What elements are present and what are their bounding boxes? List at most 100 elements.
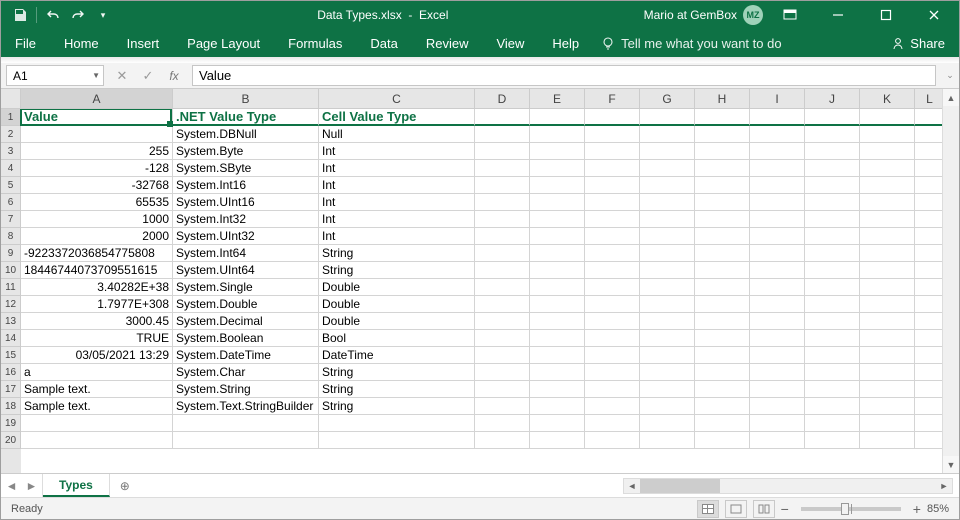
row-header-15[interactable]: 15 xyxy=(1,347,21,364)
col-header-I[interactable]: I xyxy=(750,89,805,108)
cell[interactable] xyxy=(695,262,750,279)
cell[interactable] xyxy=(750,398,805,415)
cell[interactable] xyxy=(750,109,805,126)
cell[interactable]: Double xyxy=(319,296,475,313)
cell[interactable] xyxy=(475,109,530,126)
ribbon-tab-page-layout[interactable]: Page Layout xyxy=(173,29,274,57)
ribbon-tab-home[interactable]: Home xyxy=(50,29,113,57)
cell[interactable] xyxy=(695,194,750,211)
cell[interactable] xyxy=(915,109,945,126)
cell[interactable] xyxy=(695,415,750,432)
cell[interactable]: String xyxy=(319,245,475,262)
row-header-6[interactable]: 6 xyxy=(1,194,21,211)
undo-icon[interactable] xyxy=(42,4,64,26)
cell[interactable] xyxy=(640,109,695,126)
cell[interactable] xyxy=(530,415,585,432)
cell[interactable] xyxy=(860,398,915,415)
cell[interactable] xyxy=(585,194,640,211)
cell[interactable] xyxy=(695,279,750,296)
col-header-J[interactable]: J xyxy=(805,89,860,108)
cell[interactable] xyxy=(585,347,640,364)
zoom-out-button[interactable]: − xyxy=(781,501,789,517)
cell[interactable] xyxy=(530,109,585,126)
cell[interactable]: Int xyxy=(319,211,475,228)
ribbon-tab-file[interactable]: File xyxy=(1,29,50,57)
cell[interactable] xyxy=(695,228,750,245)
cell[interactable] xyxy=(530,143,585,160)
cell[interactable] xyxy=(640,415,695,432)
cell[interactable] xyxy=(695,211,750,228)
ribbon-options-icon[interactable] xyxy=(769,1,811,29)
cell[interactable] xyxy=(530,296,585,313)
row-header-8[interactable]: 8 xyxy=(1,228,21,245)
row-header-7[interactable]: 7 xyxy=(1,211,21,228)
cell[interactable] xyxy=(695,126,750,143)
col-header-C[interactable]: C xyxy=(319,89,475,108)
cell[interactable] xyxy=(915,126,945,143)
ribbon-tab-data[interactable]: Data xyxy=(356,29,411,57)
cell[interactable]: System.Byte xyxy=(173,143,319,160)
cell[interactable]: System.Char xyxy=(173,364,319,381)
cell[interactable] xyxy=(750,160,805,177)
cell[interactable] xyxy=(173,415,319,432)
cell[interactable] xyxy=(530,347,585,364)
cell[interactable]: Int xyxy=(319,177,475,194)
cell[interactable] xyxy=(640,364,695,381)
cell[interactable] xyxy=(695,160,750,177)
cell[interactable] xyxy=(750,364,805,381)
cell[interactable]: Sample text. xyxy=(21,381,173,398)
cell[interactable] xyxy=(530,330,585,347)
cell[interactable] xyxy=(475,364,530,381)
cell[interactable] xyxy=(860,432,915,449)
cell[interactable] xyxy=(750,228,805,245)
accept-formula-icon[interactable]: ✓ xyxy=(136,65,160,87)
redo-icon[interactable] xyxy=(67,4,89,26)
cell[interactable]: Double xyxy=(319,279,475,296)
cell[interactable] xyxy=(805,296,860,313)
ribbon-tab-review[interactable]: Review xyxy=(412,29,483,57)
cell[interactable] xyxy=(530,398,585,415)
cell[interactable] xyxy=(475,432,530,449)
cell[interactable] xyxy=(805,313,860,330)
close-button[interactable] xyxy=(913,1,955,29)
cell[interactable]: System.UInt16 xyxy=(173,194,319,211)
minimize-button[interactable] xyxy=(817,1,859,29)
cell[interactable] xyxy=(915,364,945,381)
cell[interactable]: 1.7977E+308 xyxy=(21,296,173,313)
cell[interactable] xyxy=(915,381,945,398)
ribbon-tab-insert[interactable]: Insert xyxy=(113,29,174,57)
cell[interactable] xyxy=(805,432,860,449)
cell[interactable] xyxy=(475,313,530,330)
cell[interactable]: System.Int32 xyxy=(173,211,319,228)
cell[interactable] xyxy=(21,432,173,449)
cell[interactable] xyxy=(805,364,860,381)
zoom-in-button[interactable]: + xyxy=(913,501,921,517)
cell[interactable] xyxy=(530,194,585,211)
cell[interactable] xyxy=(750,245,805,262)
cell[interactable] xyxy=(805,398,860,415)
cell[interactable] xyxy=(860,381,915,398)
cell[interactable] xyxy=(640,279,695,296)
cell[interactable] xyxy=(530,228,585,245)
cell[interactable] xyxy=(805,143,860,160)
cell[interactable] xyxy=(585,313,640,330)
cell[interactable] xyxy=(173,432,319,449)
row-header-12[interactable]: 12 xyxy=(1,296,21,313)
cell[interactable] xyxy=(640,177,695,194)
cell[interactable] xyxy=(750,381,805,398)
cell[interactable] xyxy=(860,347,915,364)
row-header-2[interactable]: 2 xyxy=(1,126,21,143)
cell[interactable]: 3.40282E+38 xyxy=(21,279,173,296)
cell[interactable] xyxy=(860,245,915,262)
row-header-14[interactable]: 14 xyxy=(1,330,21,347)
cell[interactable]: DateTime xyxy=(319,347,475,364)
cell[interactable] xyxy=(640,313,695,330)
cell[interactable] xyxy=(21,126,173,143)
maximize-button[interactable] xyxy=(865,1,907,29)
cell[interactable] xyxy=(640,381,695,398)
cell[interactable] xyxy=(530,432,585,449)
cell[interactable] xyxy=(640,330,695,347)
cell[interactable] xyxy=(805,415,860,432)
cell[interactable]: Null xyxy=(319,126,475,143)
cell[interactable] xyxy=(640,160,695,177)
